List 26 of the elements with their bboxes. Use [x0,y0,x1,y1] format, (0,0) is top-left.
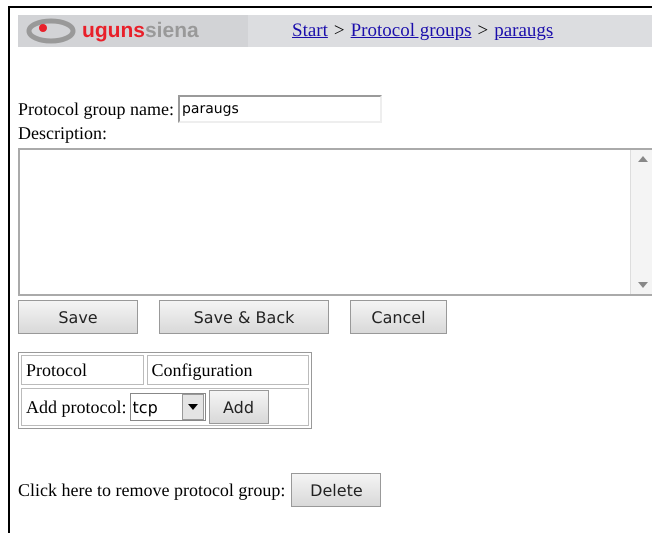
breadcrumb-link[interactable]: Start [292,20,328,42]
scroll-down-icon[interactable] [638,282,648,288]
breadcrumb-separator: > [477,20,488,42]
column-header: Configuration [146,355,309,385]
delete-prompt: Click here to remove protocol group: [18,480,286,500]
name-field[interactable]: paraugs [178,95,382,123]
description-field[interactable] [18,148,652,296]
description-label: Description: [18,123,107,143]
breadcrumb-separator: > [334,20,345,42]
logo-text: uguns [82,19,145,42]
column-header: Protocol [21,355,144,385]
logo-text: siena [145,19,199,42]
form-button[interactable]: Save [18,300,138,334]
name-label: Protocol group name: [18,98,174,120]
scrollbar[interactable] [630,150,652,294]
add-button[interactable]: Add [208,390,268,424]
breadcrumb-link[interactable]: Protocol groups [350,20,472,42]
delete-button[interactable]: Delete [291,473,382,507]
form-button[interactable]: Cancel [350,300,447,334]
logo-icon [26,18,76,44]
dropdown-arrow-icon [188,404,198,410]
scroll-up-icon[interactable] [638,156,648,162]
form-button[interactable]: Save & Back [159,300,329,334]
breadcrumb-link[interactable]: paraugs [494,20,554,42]
protocol-select[interactable]: tcp [130,393,206,421]
add-protocol-label: Add protocol: [26,396,126,418]
